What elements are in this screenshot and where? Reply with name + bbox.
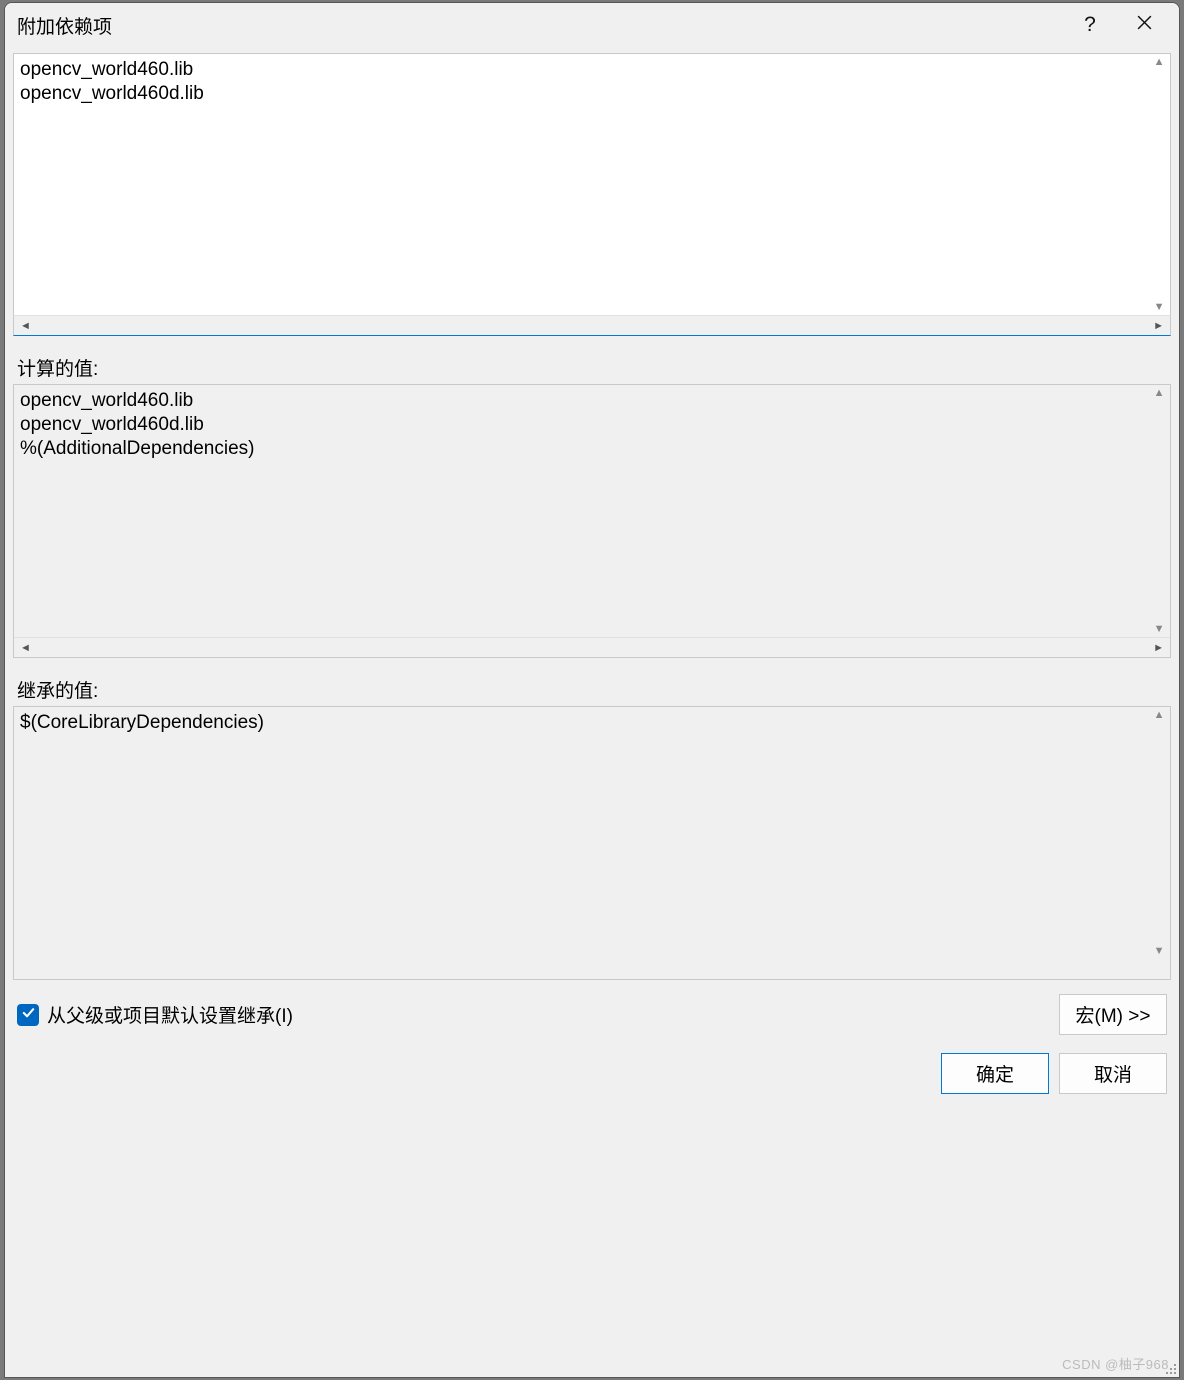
- scroll-left-icon: ◄: [14, 640, 37, 656]
- cancel-button[interactable]: 取消: [1059, 1053, 1167, 1094]
- inherited-panel: $(CoreLibraryDependencies) ▲ ▼: [13, 706, 1171, 980]
- inherit-checkbox[interactable]: [17, 1004, 39, 1026]
- computed-vscrollbar[interactable]: ▲ ▼: [1148, 385, 1170, 637]
- inherited-vscrollbar[interactable]: ▲ ▼: [1148, 707, 1170, 959]
- dialog-title: 附加依赖项: [17, 12, 1063, 39]
- help-icon: ?: [1084, 13, 1096, 37]
- dependencies-input[interactable]: [14, 54, 1146, 310]
- scroll-down-icon: ▼: [1148, 621, 1171, 637]
- checkmark-icon: [21, 1004, 36, 1025]
- inherited-value: $(CoreLibraryDependencies): [14, 707, 1170, 979]
- close-button[interactable]: [1117, 3, 1171, 47]
- macros-button[interactable]: 宏(M) >>: [1059, 994, 1167, 1035]
- scroll-up-icon: ▲: [1148, 707, 1171, 723]
- additional-dependencies-dialog: 附加依赖项 ? ▲ ▼ ◄ ► 计算的值: opencv_world460.li: [4, 2, 1180, 1378]
- computed-label: 计算的值:: [17, 354, 1171, 381]
- inherited-label: 继承的值:: [17, 676, 1171, 703]
- scroll-right-icon: ►: [1147, 640, 1170, 656]
- inherit-row: 从父级或项目默认设置继承(I) 宏(M) >>: [13, 994, 1171, 1035]
- help-button[interactable]: ?: [1063, 3, 1117, 47]
- scroll-right-icon: ►: [1147, 318, 1170, 334]
- computed-hscrollbar[interactable]: ◄ ►: [14, 637, 1170, 657]
- scroll-up-icon: ▲: [1148, 54, 1171, 70]
- scroll-down-icon: ▼: [1148, 943, 1171, 959]
- dialog-buttons: 确定 取消: [13, 1053, 1171, 1094]
- close-icon: [1136, 14, 1153, 36]
- watermark: CSDN @柚子968: [1062, 1354, 1169, 1373]
- dialog-content: ▲ ▼ ◄ ► 计算的值: opencv_world460.lib opencv…: [5, 53, 1179, 1094]
- titlebar: 附加依赖项 ?: [5, 3, 1179, 47]
- scroll-up-icon: ▲: [1148, 385, 1171, 401]
- dependencies-editor-wrap: ▲ ▼ ◄ ►: [13, 53, 1171, 336]
- scroll-down-icon: ▼: [1148, 299, 1171, 315]
- ok-button[interactable]: 确定: [941, 1053, 1049, 1094]
- computed-panel: opencv_world460.lib opencv_world460d.lib…: [13, 384, 1171, 658]
- editor-hscrollbar[interactable]: ◄ ►: [14, 315, 1170, 335]
- computed-value: opencv_world460.lib opencv_world460d.lib…: [14, 385, 1170, 637]
- resize-grip[interactable]: [1162, 1360, 1176, 1374]
- scroll-left-icon: ◄: [14, 318, 37, 334]
- inherit-checkbox-label[interactable]: 从父级或项目默认设置继承(I): [47, 1001, 1059, 1028]
- editor-vscrollbar[interactable]: ▲ ▼: [1148, 54, 1170, 315]
